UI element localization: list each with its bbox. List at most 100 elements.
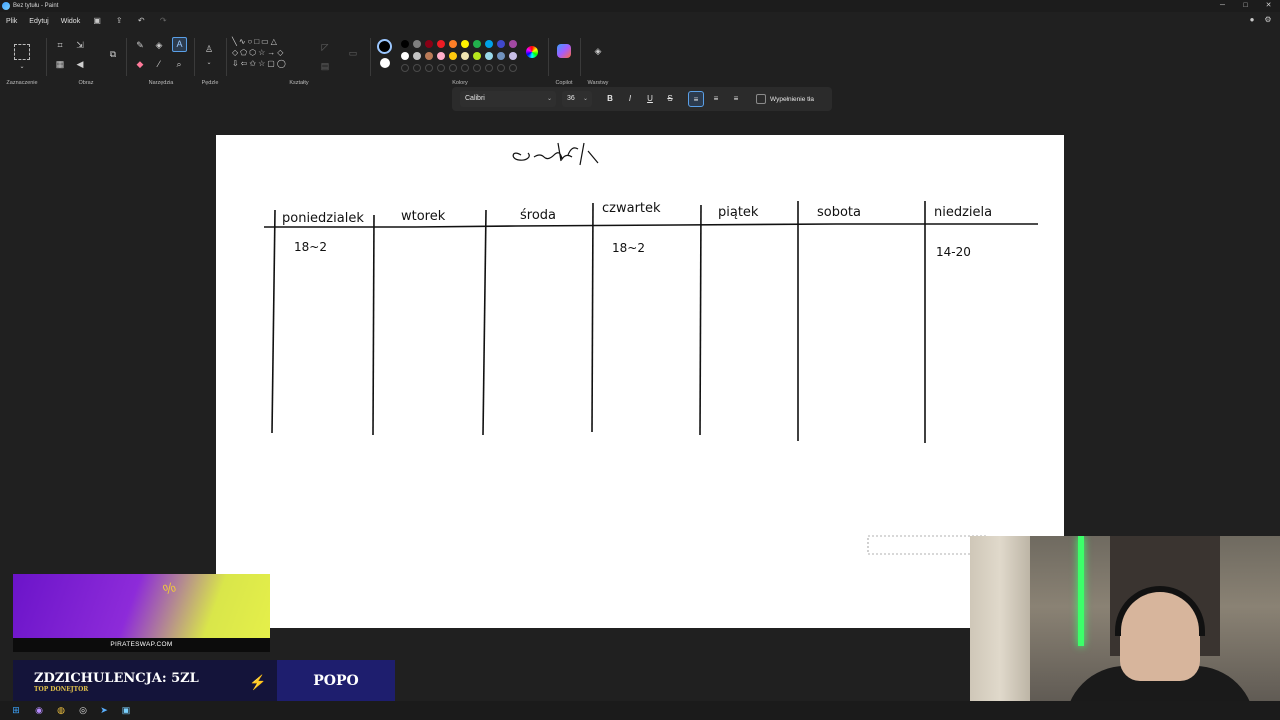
day-header-wednesday: środa: [520, 208, 557, 223]
color-swatch[interactable]: [461, 40, 469, 48]
color-swatch[interactable]: [473, 52, 481, 60]
shape-fill-icon[interactable]: ▤: [318, 59, 332, 73]
color-swatch[interactable]: [497, 40, 505, 48]
color-swatch[interactable]: [509, 40, 517, 48]
obs-icon[interactable]: ◎: [77, 704, 89, 716]
custom-color-slot[interactable]: [497, 64, 505, 72]
color-swatch[interactable]: [437, 40, 445, 48]
custom-color-slot[interactable]: [437, 64, 445, 72]
drawing-canvas[interactable]: poniedzialek wtorek środa czwartek piąte…: [216, 135, 1064, 628]
window-title: Bez tytułu - Paint: [13, 3, 59, 9]
color-swatch[interactable]: [437, 52, 445, 60]
strikethrough-button[interactable]: S: [662, 91, 678, 107]
align-left-button[interactable]: ≡: [688, 91, 704, 107]
fill-background-checkbox[interactable]: [756, 94, 766, 104]
cell-sunday: 14-20: [936, 245, 971, 259]
brush-icon[interactable]: ♙: [202, 42, 216, 56]
font-size-select[interactable]: 36 ⌄: [562, 91, 592, 107]
close-button[interactable]: ✕: [1257, 0, 1280, 12]
primary-color[interactable]: [377, 39, 392, 54]
popo-panel: POPO: [277, 660, 395, 705]
undo-icon[interactable]: ↶: [136, 16, 146, 26]
shape-style-icon[interactable]: ▭: [346, 46, 360, 60]
color-swatch[interactable]: [449, 52, 457, 60]
start-icon[interactable]: ⊞: [10, 704, 22, 716]
color-swatch[interactable]: [485, 40, 493, 48]
telegram-icon[interactable]: ➤: [98, 704, 110, 716]
chevron-down-icon[interactable]: ⌄: [202, 56, 216, 70]
minimize-button[interactable]: ─: [1211, 0, 1234, 12]
custom-color-slot[interactable]: [485, 64, 493, 72]
color-swatch[interactable]: [413, 52, 421, 60]
group-label-selection: Zaznaczenie: [6, 80, 38, 86]
underline-button[interactable]: U: [642, 91, 658, 107]
discord-icon[interactable]: ◉: [33, 704, 45, 716]
eraser-icon[interactable]: ◆: [133, 57, 147, 71]
copilot-icon[interactable]: [557, 44, 571, 58]
chrome-icon[interactable]: ◍: [55, 704, 67, 716]
group-tools: ✎ ◈ A ◆ ⁄ ⌕ Narzędzia: [130, 34, 192, 86]
ribbon-divider: [370, 38, 371, 76]
align-right-button[interactable]: ≡: [728, 91, 744, 107]
image-icon[interactable]: ▦: [53, 57, 67, 71]
maximize-button[interactable]: □: [1234, 0, 1257, 12]
day-header-monday: poniedzialek: [282, 211, 364, 226]
paint-window: Bez tytułu - Paint ─ □ ✕ Plik Edytuj Wid…: [0, 0, 1280, 720]
bold-button[interactable]: B: [602, 91, 618, 107]
chevron-down-icon[interactable]: ⌄: [15, 60, 29, 74]
custom-color-slot[interactable]: [473, 64, 481, 72]
secondary-color[interactable]: [380, 58, 390, 68]
color-swatch[interactable]: [473, 40, 481, 48]
font-family-select[interactable]: Calibri ⌄: [460, 91, 556, 107]
color-picker-icon[interactable]: ⁄: [152, 57, 166, 71]
custom-color-slot[interactable]: [425, 64, 433, 72]
color-swatch[interactable]: [425, 52, 433, 60]
settings-icon[interactable]: ⚙: [1260, 15, 1276, 24]
redo-icon[interactable]: ↷: [158, 16, 168, 26]
outline-icon[interactable]: ◸: [318, 40, 332, 54]
save-icon[interactable]: ▣: [92, 16, 102, 26]
menu-file[interactable]: Plik: [0, 18, 23, 25]
custom-color-slot[interactable]: [461, 64, 469, 72]
custom-color-slot[interactable]: [449, 64, 457, 72]
paint-taskbar-icon[interactable]: ▣: [120, 704, 132, 716]
color-swatch[interactable]: [425, 40, 433, 48]
day-header-tuesday: wtorek: [401, 209, 446, 224]
selection-tool-icon[interactable]: [14, 44, 30, 60]
menu-edit[interactable]: Edytuj: [23, 18, 54, 25]
column-divider: [591, 202, 594, 433]
shapes-gallery[interactable]: ╲∿○□▭△ ◇⬠⬡☆→◇ ⇩⇦✩☆▢◯: [232, 36, 314, 74]
magnifier-icon[interactable]: ⌕: [172, 57, 186, 71]
group-colors: Kolory: [374, 34, 546, 86]
image-insert-icon[interactable]: ⧉: [106, 47, 120, 61]
color-swatch[interactable]: [449, 40, 457, 48]
group-label-tools: Narzędzia: [148, 80, 174, 86]
custom-color-slot[interactable]: [509, 64, 517, 72]
color-swatch[interactable]: [485, 52, 493, 60]
custom-color-slot[interactable]: [401, 64, 409, 72]
fill-background-label: Wypełnienie tła: [770, 95, 815, 103]
custom-color-slot[interactable]: [413, 64, 421, 72]
fill-icon[interactable]: ◈: [152, 38, 166, 52]
column-divider: [699, 204, 702, 436]
group-copilot: Copilot: [550, 34, 578, 86]
pencil-icon[interactable]: ✎: [133, 38, 147, 52]
color-swatch[interactable]: [401, 52, 409, 60]
color-swatch[interactable]: [413, 40, 421, 48]
color-swatch[interactable]: [401, 40, 409, 48]
layers-icon[interactable]: ◈: [591, 44, 605, 58]
color-swatch[interactable]: [509, 52, 517, 60]
align-center-button[interactable]: ≡: [708, 91, 724, 107]
edit-colors-icon[interactable]: [526, 46, 538, 58]
crop-icon[interactable]: ⌗: [53, 38, 67, 52]
rotate-icon[interactable]: ◀: [73, 57, 87, 71]
resize-icon[interactable]: ⇲: [73, 38, 87, 52]
account-icon[interactable]: ●: [1244, 15, 1260, 24]
color-swatch[interactable]: [497, 52, 505, 60]
color-swatch[interactable]: [461, 52, 469, 60]
share-icon[interactable]: ⇪: [114, 16, 124, 26]
text-tool-icon[interactable]: A: [172, 37, 187, 52]
italic-button[interactable]: I: [622, 91, 638, 107]
paint-app-icon: [2, 2, 10, 10]
menu-view[interactable]: Widok: [55, 18, 86, 25]
